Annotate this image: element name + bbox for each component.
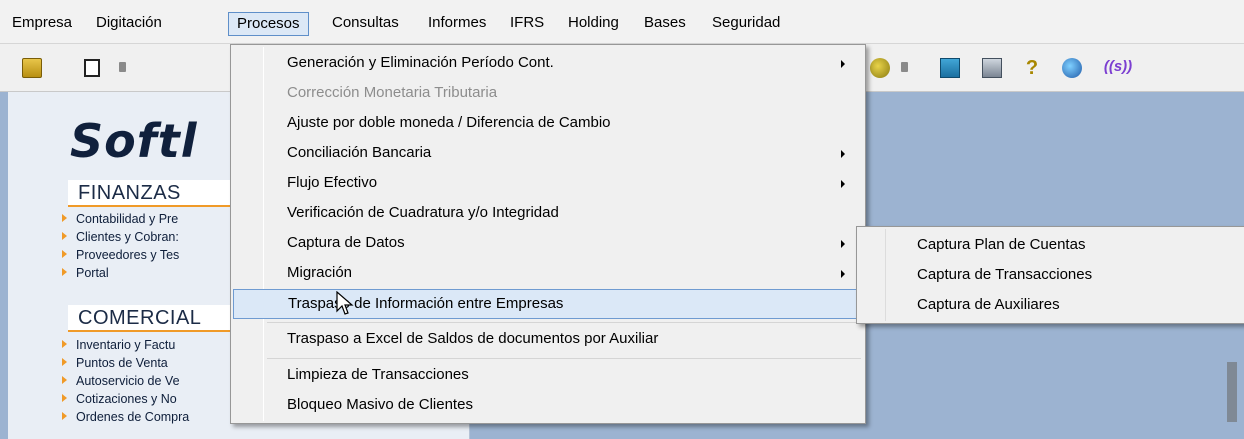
submenu-arrow-icon: [841, 240, 845, 248]
menu-item-limpieza-transacciones[interactable]: Limpieza de Transacciones: [233, 361, 863, 391]
bullet-arrow-icon: [62, 268, 67, 276]
window-edge: [1227, 362, 1237, 422]
module-item[interactable]: Puntos de Venta: [62, 354, 168, 372]
module-item[interactable]: Inventario y Factu: [62, 336, 175, 354]
submenu-item-captura-plan-cuentas[interactable]: Captura Plan de Cuentas: [859, 231, 1241, 261]
bullet-arrow-icon: [62, 232, 67, 240]
bullet-arrow-icon: [62, 376, 67, 384]
module-item[interactable]: Ordenes de Compra: [62, 408, 189, 426]
menu-item-flujo-efectivo[interactable]: Flujo Efectivo: [233, 169, 863, 199]
menu-separator: [267, 358, 861, 359]
menu-bases[interactable]: Bases: [636, 12, 694, 36]
bullet-arrow-icon: [62, 412, 67, 420]
mouse-cursor-icon: [336, 291, 354, 315]
menu-item-verificacion-cuadratura[interactable]: Verificación de Cuadratura y/o Integrida…: [233, 199, 863, 229]
open-folder-icon[interactable]: [22, 58, 42, 78]
module-item[interactable]: Autoservicio de Ve: [62, 372, 180, 390]
menu-item-generacion-eliminacion[interactable]: Generación y Eliminación Período Cont.: [233, 49, 863, 79]
submenu-item-captura-transacciones[interactable]: Captura de Transacciones: [859, 261, 1241, 291]
menu-separator: [267, 322, 861, 323]
submenu-arrow-icon: [841, 270, 845, 278]
module-item[interactable]: Proveedores y Tes: [62, 246, 179, 264]
submenu-arrow-icon: [841, 180, 845, 188]
menu-procesos[interactable]: Procesos: [228, 12, 309, 36]
menu-consultas[interactable]: Consultas: [324, 12, 407, 36]
menu-item-traspaso-excel[interactable]: Traspaso a Excel de Saldos de documentos…: [233, 325, 863, 355]
calculator-icon[interactable]: [940, 58, 960, 78]
submenu-arrow-icon: [841, 150, 845, 158]
module-item[interactable]: Contabilidad y Pre: [62, 210, 178, 228]
menu-item-captura-datos[interactable]: Captura de Datos: [233, 229, 863, 259]
module-item[interactable]: Cotizaciones y No: [62, 390, 177, 408]
dropdown-arrow-icon[interactable]: [118, 58, 128, 78]
menu-holding[interactable]: Holding: [560, 12, 627, 36]
menu-item-ajuste-doble-moneda[interactable]: Ajuste por doble moneda / Diferencia de …: [233, 109, 863, 139]
menu-informes[interactable]: Informes: [420, 12, 494, 36]
submenu-arrow-icon: [841, 60, 845, 68]
module-item[interactable]: Portal: [62, 264, 109, 282]
menu-item-correccion-monetaria[interactable]: Corrección Monetaria Tributaria: [233, 79, 863, 109]
menu-ifrs[interactable]: IFRS: [502, 12, 552, 36]
bullet-arrow-icon: [62, 250, 67, 258]
bullet-arrow-icon: [62, 358, 67, 366]
new-document-icon[interactable]: [84, 59, 100, 77]
submenu-item-captura-auxiliares[interactable]: Captura de Auxiliares: [859, 291, 1241, 321]
printer-icon[interactable]: [982, 58, 1002, 78]
brand-logo: Softl: [70, 114, 198, 168]
menu-item-bloqueo-masivo[interactable]: Bloqueo Masivo de Clientes: [233, 391, 863, 421]
menu-digitacion[interactable]: Digitación: [88, 12, 170, 36]
help-icon[interactable]: ?: [1022, 58, 1042, 78]
menu-seguridad[interactable]: Seguridad: [704, 12, 788, 36]
procesos-dropdown: Generación y Eliminación Período Cont. C…: [230, 44, 866, 424]
globe-icon[interactable]: [1062, 58, 1082, 78]
keys-icon[interactable]: [870, 58, 890, 78]
captura-submenu: Captura Plan de Cuentas Captura de Trans…: [856, 226, 1244, 324]
menu-item-conciliacion-bancaria[interactable]: Conciliación Bancaria: [233, 139, 863, 169]
menu-bar: Empresa Digitación Procesos Consultas In…: [0, 0, 1244, 44]
bullet-arrow-icon: [62, 340, 67, 348]
menu-empresa[interactable]: Empresa: [4, 12, 80, 36]
menu-item-migracion[interactable]: Migración: [233, 259, 863, 289]
menu-item-traspaso-informacion[interactable]: Traspaso de Información entre Empresas: [233, 289, 863, 319]
module-item[interactable]: Clientes y Cobran:: [62, 228, 179, 246]
dropdown-arrow-icon[interactable]: [900, 58, 910, 78]
bullet-arrow-icon: [62, 214, 67, 222]
softland-logo-icon[interactable]: ((s)): [1096, 55, 1140, 81]
bullet-arrow-icon: [62, 394, 67, 402]
